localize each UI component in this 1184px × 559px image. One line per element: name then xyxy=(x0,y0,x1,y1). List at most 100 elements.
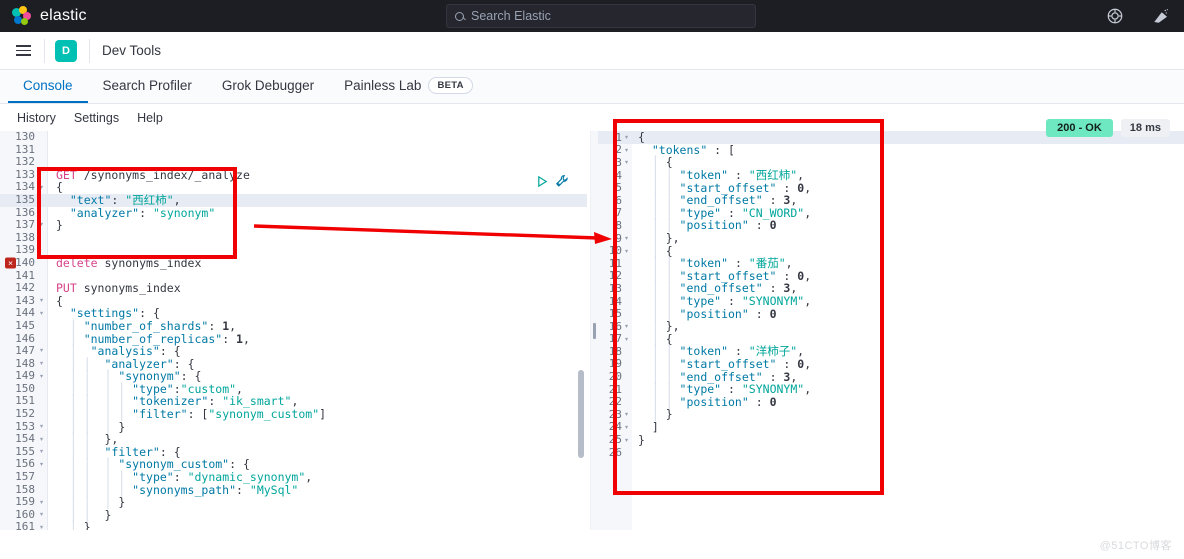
line-number: 10 ▾ xyxy=(608,244,629,258)
code-line[interactable]: 136 "analyzer": "synonym" xyxy=(0,205,587,220)
code-token: } xyxy=(118,419,126,434)
fold-arrow-icon[interactable]: ▾ xyxy=(624,410,629,419)
code-line[interactable]: 25 ▾} xyxy=(598,433,1184,447)
code-line[interactable]: 11 │ │ "token" : "番茄", xyxy=(598,256,1184,270)
code-line[interactable]: 7 │ │ "type" : "CN_WORD", xyxy=(598,206,1184,220)
code-line[interactable]: 137 ▾} xyxy=(0,219,587,232)
code-line-text: } xyxy=(47,219,63,232)
code-line[interactable]: 8 │ │ "position" : 0 xyxy=(598,218,1184,232)
code-line[interactable]: 24 ▾ ] xyxy=(598,420,1184,434)
code-line[interactable]: 19 │ │ "start_offset" : 0, xyxy=(598,357,1184,371)
line-number: 19 xyxy=(608,357,622,371)
code-line[interactable]: 18 │ │ "token" : "洋柿子", xyxy=(598,344,1184,358)
play-request-icon[interactable] xyxy=(536,175,549,188)
fold-arrow-icon[interactable]: ▾ xyxy=(39,219,44,232)
search-input[interactable]: Search Elastic xyxy=(471,9,551,23)
code-line[interactable]: 22 │ │ "position" : 0 xyxy=(598,395,1184,409)
request-action-buttons[interactable] xyxy=(536,174,569,188)
hamburger-menu-icon[interactable] xyxy=(6,32,40,70)
elastic-brand[interactable]: elastic xyxy=(0,6,87,26)
fold-arrow-icon[interactable]: ▾ xyxy=(624,422,629,431)
line-number: 132 xyxy=(15,155,35,169)
line-number: 149 ▾ xyxy=(15,369,44,383)
line-number: 154 ▾ xyxy=(15,432,44,446)
code-line[interactable]: 131 xyxy=(0,143,587,157)
user-avatar-icon[interactable] xyxy=(1152,7,1170,25)
line-number: 11 xyxy=(608,256,622,270)
fold-arrow-icon[interactable]: ▾ xyxy=(39,358,44,371)
code-line[interactable]: 138 xyxy=(0,231,587,245)
tab-console[interactable]: Console xyxy=(8,69,88,103)
fold-arrow-icon[interactable]: ▾ xyxy=(39,345,44,358)
line-number: 140 ✕ xyxy=(0,256,47,270)
response-code[interactable]: 1 ▾{2 ▾ "tokens" : [3 ▾ │ {4 │ │ "token" : … xyxy=(598,130,1184,459)
fold-arrow-icon[interactable]: ▾ xyxy=(39,509,44,522)
code-line[interactable]: 130 xyxy=(0,131,587,144)
line-number: 135 xyxy=(15,192,35,206)
tab-search-profiler[interactable]: Search Profiler xyxy=(88,69,207,103)
fold-arrow-icon[interactable]: ▾ xyxy=(39,181,44,194)
line-number: 12 xyxy=(608,269,622,283)
fold-arrow-icon[interactable]: ▾ xyxy=(624,435,629,444)
code-token: , xyxy=(305,470,313,485)
code-token: "MySql" xyxy=(249,482,299,497)
fold-arrow-icon[interactable]: ▾ xyxy=(624,133,629,142)
code-token: , xyxy=(804,180,812,195)
code-line[interactable]: 6 │ │ "end_offset" : 3, xyxy=(598,193,1184,207)
tab-grok-debugger[interactable]: Grok Debugger xyxy=(207,69,329,103)
fold-arrow-icon[interactable]: ▾ xyxy=(39,433,44,446)
code-line[interactable]: 21 │ │ "type" : "SYNONYM", xyxy=(598,382,1184,396)
menu-item-history[interactable]: History xyxy=(8,111,65,125)
search-icon xyxy=(455,11,464,21)
code-line[interactable]: 23 ▾ │ } xyxy=(598,407,1184,421)
code-token: "synonym" xyxy=(152,205,216,220)
fold-arrow-icon[interactable]: ▾ xyxy=(39,307,44,320)
code-line[interactable]: 15 │ │ "position" : 0 xyxy=(598,307,1184,321)
code-line[interactable]: 14 │ │ "type" : "SYNONYM", xyxy=(598,294,1184,308)
fold-arrow-icon[interactable]: ▾ xyxy=(624,234,629,243)
code-line[interactable]: 26 xyxy=(598,446,1184,459)
fold-arrow-icon[interactable]: ▾ xyxy=(39,295,44,308)
line-number: 161 ▾ xyxy=(0,521,47,530)
code-line[interactable]: 161 ▾ │ } xyxy=(0,521,587,530)
code-token: : xyxy=(222,331,237,346)
code-line[interactable]: 142 PUT synonyms_index xyxy=(0,282,587,295)
help-globe-icon[interactable] xyxy=(1106,7,1124,25)
fold-arrow-icon[interactable]: ▾ xyxy=(39,370,44,383)
code-line[interactable]: 133 GET /synonyms_index/_analyze xyxy=(0,168,587,182)
menu-item-settings[interactable]: Settings xyxy=(65,111,128,125)
fold-arrow-icon[interactable]: ▾ xyxy=(39,446,44,459)
pane-resize-handle[interactable] xyxy=(590,131,598,530)
tab-painless-lab[interactable]: Painless Lab BETA xyxy=(329,69,488,103)
space-badge[interactable]: D xyxy=(55,39,77,62)
code-line[interactable]: 4 │ │ "token" : "西红柿", xyxy=(598,168,1184,182)
fold-arrow-icon[interactable]: ▾ xyxy=(39,458,44,471)
fold-arrow-icon[interactable]: ▾ xyxy=(39,496,44,509)
code-line[interactable]: 9 ▾ │ }, xyxy=(598,231,1184,245)
editor-scrollbar[interactable] xyxy=(578,370,584,458)
fold-arrow-icon[interactable]: ▾ xyxy=(624,145,629,154)
wrench-settings-icon[interactable] xyxy=(555,174,569,188)
code-line[interactable]: 16 ▾ │ }, xyxy=(598,319,1184,333)
line-number: 7 xyxy=(615,206,622,220)
code-token: delete xyxy=(56,255,105,270)
code-line[interactable]: 140 ✕ delete synonyms_index xyxy=(0,255,587,270)
response-viewer-pane[interactable]: 1 ▾{2 ▾ "tokens" : [3 ▾ │ {4 │ │ "token" : … xyxy=(598,130,1184,530)
fold-arrow-icon[interactable]: ▾ xyxy=(624,322,629,331)
request-editor-code[interactable]: 130 131 132 133 GET /synonyms_index/_analyze… xyxy=(0,131,587,530)
fold-arrow-icon[interactable]: ▾ xyxy=(624,246,629,255)
fold-arrow-icon[interactable]: ▾ xyxy=(624,334,629,343)
code-line[interactable]: 5 │ │ "start_offset" : 0, xyxy=(598,180,1184,195)
fold-arrow-icon[interactable]: ▾ xyxy=(39,521,44,530)
menu-item-help[interactable]: Help xyxy=(128,111,172,125)
code-line[interactable]: 2 ▾ "tokens" : [ xyxy=(598,143,1184,157)
request-editor-pane[interactable]: 130 131 132 133 GET /synonyms_index/_analyze… xyxy=(0,131,587,530)
fold-arrow-icon[interactable]: ▾ xyxy=(624,158,629,167)
error-marker-icon[interactable]: ✕ xyxy=(5,257,16,269)
global-search[interactable]: Search Elastic xyxy=(446,4,756,28)
line-number: 20 xyxy=(608,370,622,384)
code-line[interactable]: 13 │ │ "end_offset" : 3, xyxy=(598,281,1184,295)
fold-arrow-icon[interactable]: ▾ xyxy=(39,421,44,434)
code-line[interactable]: 20 │ │ "end_offset" : 3, xyxy=(598,370,1184,384)
code-line[interactable]: 12 │ │ "start_offset" : 0, xyxy=(598,269,1184,283)
